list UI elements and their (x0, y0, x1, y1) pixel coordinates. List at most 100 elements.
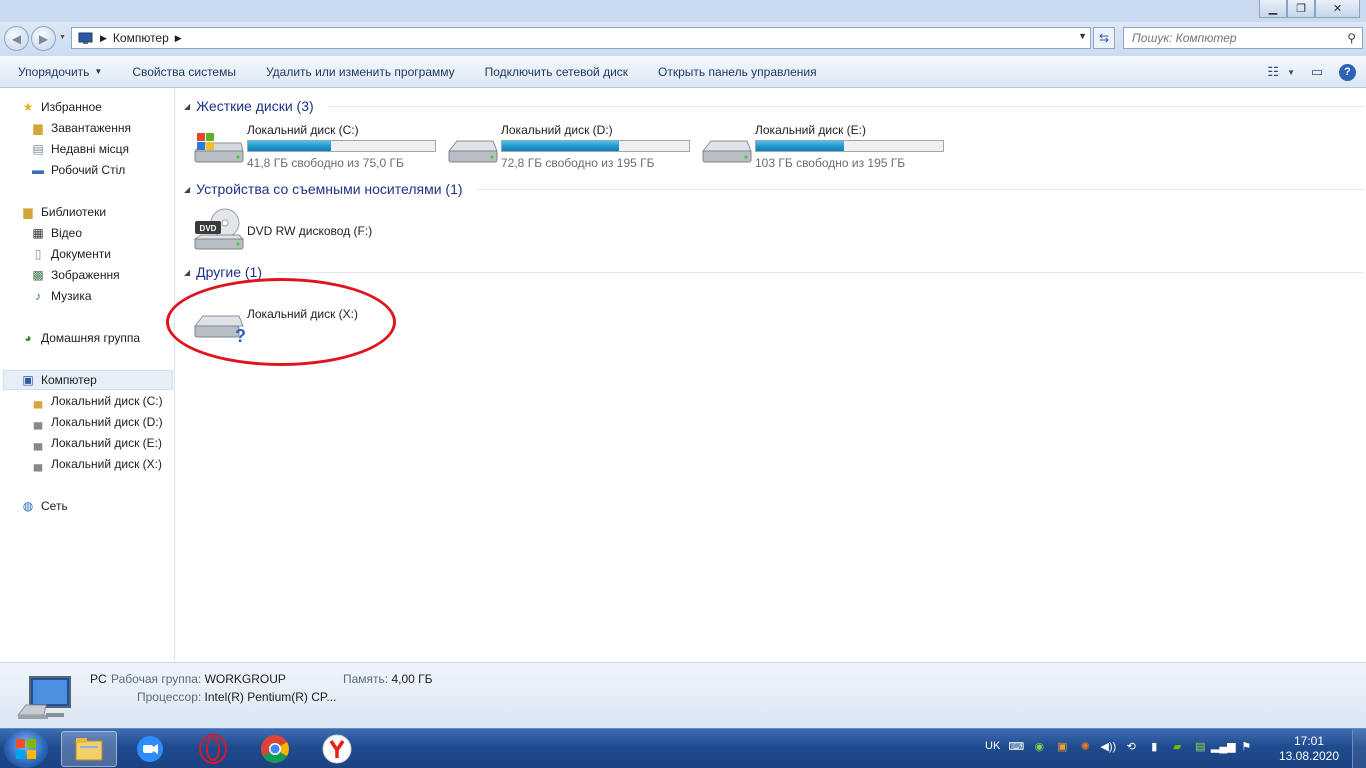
opera-taskbar-button[interactable] (185, 731, 241, 767)
memory-value: 4,00 ГБ (391, 672, 433, 686)
search-icon[interactable]: ⚲ (1347, 31, 1356, 45)
search-input[interactable] (1132, 31, 1332, 45)
group-hard-disks[interactable]: ◢ Жесткие диски (3) (184, 98, 1364, 114)
action-center-icon[interactable]: ⚑ (1239, 739, 1253, 753)
package-icon[interactable]: ▣ (1055, 739, 1069, 753)
address-bar[interactable]: ▶ Компютер ▶ ▼ (71, 27, 1091, 49)
breadcrumb-computer[interactable]: Компютер (113, 31, 169, 45)
recent-places-icon: ▤ (32, 142, 44, 156)
start-button[interactable] (4, 730, 48, 768)
forward-button[interactable]: ▶ (31, 26, 56, 51)
dvd-drive-icon: DVD (193, 208, 245, 250)
drive-c-name: Локальний диск (C:) (247, 123, 359, 137)
cpu-label: Процессор: (137, 690, 202, 704)
collapse-triangle-icon[interactable]: ◢ (184, 102, 190, 111)
sidebar-item-recent[interactable]: ▤ Недавні місця (30, 139, 129, 159)
breadcrumb-chevron-icon[interactable]: ▶ (175, 33, 182, 44)
help-icon[interactable]: ? (1339, 63, 1356, 81)
sidebar-item-label: Библиотеки (41, 205, 107, 219)
organize-button[interactable]: Упорядочить ▼ (0, 56, 117, 88)
language-indicator[interactable]: UK (985, 740, 1000, 752)
pictures-icon: ▩ (32, 268, 44, 282)
system-drive-icon (193, 133, 244, 163)
drive-d-tile[interactable]: Локальний диск (D:) 72,8 ГБ свободно из … (447, 123, 717, 173)
sidebar-item-drive-x[interactable]: ▄ Локальний диск (X:) (30, 454, 162, 474)
drive-d-free-space: 72,8 ГБ свободно из 195 ГБ (501, 156, 655, 170)
sidebar-item-documents[interactable]: ▯ Документи (30, 244, 111, 264)
window-controls: ▁ ❐ ✕ (1259, 0, 1360, 18)
breadcrumb-separator-icon[interactable]: ▶ (100, 33, 107, 44)
drive-icon (447, 140, 498, 163)
highlight-circle (166, 278, 396, 366)
sync-icon[interactable]: ⟲ (1124, 739, 1138, 753)
memory-row: Память: 4,00 ГБ (343, 672, 433, 686)
drive-e-tile[interactable]: Локальний диск (E:) 103 ГБ свободно из 1… (701, 123, 971, 173)
refresh-icon: ⇆ (1098, 31, 1110, 45)
group-other[interactable]: ◢ Другие (1) (184, 264, 1364, 280)
system-properties-button[interactable]: Свойства системы (117, 56, 251, 88)
map-network-drive-button[interactable]: Подключить сетевой диск (470, 56, 643, 88)
sidebar-item-favorites[interactable]: ★ Избранное (20, 97, 102, 117)
address-dropdown-icon[interactable]: ▼ (1078, 31, 1087, 41)
drive-d-name: Локальний диск (D:) (501, 123, 613, 137)
details-pane: PC Рабочая группа: WORKGROUP Память: 4,0… (0, 662, 1366, 728)
search-box[interactable]: ⚲ (1123, 27, 1363, 49)
zoom-taskbar-button[interactable] (122, 731, 178, 767)
yandex-browser-taskbar-button[interactable] (309, 731, 365, 767)
sidebar-item-drive-c[interactable]: ▄ Локальний диск (C:) (30, 391, 163, 411)
group-title: Другие (1) (196, 264, 262, 280)
sidebar-item-label: Зображення (51, 268, 120, 282)
refresh-button[interactable]: ⇆ (1093, 27, 1115, 49)
sidebar-item-libraries[interactable]: ▆ Библиотеки (20, 202, 106, 222)
sidebar-item-computer[interactable]: ▣ Компютер (3, 370, 173, 390)
navigation-pane: ★ Избранное ▆ Завантаження ▤ Недавні місця … (0, 89, 175, 661)
close-icon[interactable]: ✕ (1315, 0, 1360, 18)
view-options-icon[interactable]: ☷ (1263, 62, 1283, 82)
sidebar-item-video[interactable]: ▦ Відео (30, 223, 82, 243)
network-signal-icon[interactable]: ▂▄▆ (1211, 739, 1236, 753)
volume-icon[interactable]: ◀)) (1100, 739, 1116, 753)
battery-icon[interactable]: ▤ (1193, 739, 1207, 753)
usb-device-icon[interactable]: ▮ (1147, 739, 1161, 753)
uninstall-program-button[interactable]: Удалить или изменить программу (251, 56, 470, 88)
sidebar-item-drive-e[interactable]: ▄ Локальний диск (E:) (30, 433, 162, 453)
open-control-panel-button[interactable]: Открыть панель управления (643, 56, 832, 88)
restore-icon[interactable]: ❐ (1287, 0, 1315, 18)
dvd-drive-tile[interactable]: DVD DVD RW дисковод (F:) (193, 207, 433, 257)
nvidia-icon[interactable]: ▰ (1170, 739, 1184, 753)
group-removable[interactable]: ◢ Устройства со съемными носителями (1) (184, 181, 1364, 197)
explorer-taskbar-button[interactable] (61, 731, 117, 767)
history-dropdown-icon[interactable]: ▼ (59, 34, 66, 41)
minimize-icon[interactable]: ▁ (1259, 0, 1287, 18)
command-bar: Упорядочить ▼ Свойства системы Удалить ил… (0, 56, 1366, 88)
utorrent-icon[interactable]: ◉ (1032, 739, 1046, 753)
sidebar-item-drive-d[interactable]: ▄ Локальний диск (D:) (30, 412, 163, 432)
preview-pane-icon[interactable]: ▭ (1307, 62, 1327, 82)
keyboard-icon[interactable]: ⌨ (1008, 739, 1024, 753)
sidebar-item-music[interactable]: ♪ Музика (30, 286, 92, 306)
group-divider (275, 271, 1364, 273)
computer-icon: ▣ (22, 373, 34, 387)
star-icon: ★ (22, 100, 34, 114)
avast-icon[interactable]: ✺ (1078, 739, 1092, 753)
view-dropdown-icon[interactable]: ▼ (1287, 68, 1295, 77)
show-desktop-button[interactable] (1352, 729, 1366, 768)
homegroup-icon: ◕ (24, 331, 32, 345)
taskbar: UK ⌨ ◉ ▣ ✺ ◀)) ⟲ ▮ ▰ ▤ ▂▄▆ ⚑ 17:01 13.08… (0, 728, 1366, 768)
drive-icon (701, 140, 752, 163)
sidebar-item-label: Завантаження (51, 121, 131, 135)
sidebar-item-homegroup[interactable]: ◕ Домашняя группа (20, 328, 140, 348)
drive-e-name: Локальний диск (E:) (755, 123, 866, 137)
pc-name-value: PC (90, 672, 107, 686)
sidebar-item-network[interactable]: ◍ Сеть (20, 496, 68, 516)
chrome-taskbar-button[interactable] (247, 731, 303, 767)
collapse-triangle-icon[interactable]: ◢ (184, 185, 190, 194)
clock[interactable]: 17:01 13.08.2020 (1278, 734, 1340, 764)
group-divider (476, 188, 1364, 190)
sidebar-item-downloads[interactable]: ▆ Завантаження (30, 118, 131, 138)
drive-c-tile[interactable]: Локальний диск (C:) 41,8 ГБ свободно из … (193, 123, 463, 173)
sidebar-item-desktop[interactable]: ▬ Робочий Стіл (30, 160, 125, 180)
collapse-triangle-icon[interactable]: ◢ (184, 268, 190, 277)
sidebar-item-pictures[interactable]: ▩ Зображення (30, 265, 120, 285)
back-button[interactable]: ◀ (4, 26, 29, 51)
